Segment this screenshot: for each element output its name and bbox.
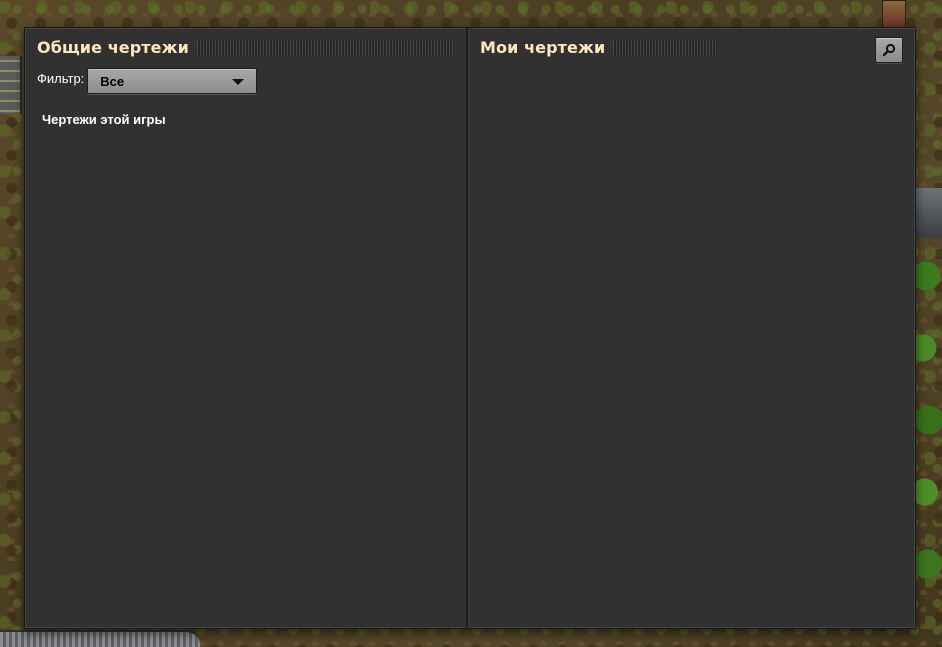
my-blueprints-panel: Мои чертежи <box>468 28 915 628</box>
drag-handle[interactable] <box>613 39 718 55</box>
shared-blueprints-panel: Общие чертежи Фильтр: Все Чертежи этой и… <box>25 28 468 628</box>
filter-dropdown-value: Все <box>100 74 125 89</box>
search-icon <box>882 43 896 57</box>
drag-handle[interactable] <box>196 39 454 55</box>
panel-title: Мои чертежи <box>480 37 606 57</box>
transport-belt <box>0 56 22 114</box>
panel-title: Общие чертежи <box>37 37 189 57</box>
game-blueprints-label: Чертежи этой игры <box>42 112 166 127</box>
filter-row: Фильтр: Все <box>37 68 258 94</box>
filter-label: Фильтр: <box>37 70 85 86</box>
panel-header: Мои чертежи <box>480 36 855 58</box>
blueprint-library-window: Общие чертежи Фильтр: Все Чертежи этой и… <box>24 27 916 629</box>
chest <box>882 0 906 28</box>
search-button[interactable] <box>875 37 903 63</box>
transport-belt <box>0 630 200 647</box>
chevron-down-icon <box>232 79 245 85</box>
panel-header: Общие чертежи <box>37 36 454 58</box>
filter-dropdown[interactable]: Все <box>87 68 258 94</box>
